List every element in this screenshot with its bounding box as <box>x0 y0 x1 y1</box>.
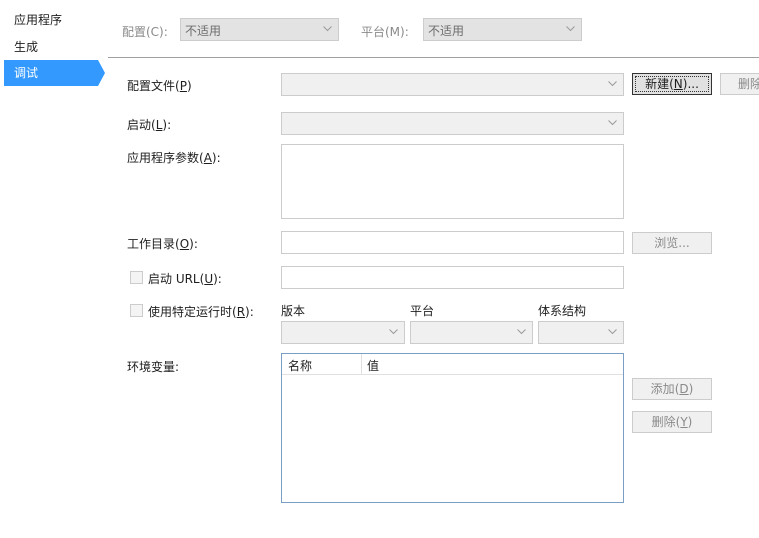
platform-value: 不适用 <box>428 24 465 38</box>
launch-label: 启动(L): <box>127 118 172 132</box>
runtime-arch-label: 体系结构 <box>538 304 587 318</box>
chevron-down-icon <box>608 81 617 87</box>
runtime-version-dropdown[interactable] <box>281 321 405 344</box>
sidebar-item-debug[interactable]: 调试 <box>4 60 98 86</box>
specific-runtime-label: 使用特定运行时(R): <box>148 305 254 319</box>
configuration-dropdown[interactable]: 不适用 <box>180 18 339 41</box>
new-profile-button[interactable]: 新建(N)... <box>632 73 712 95</box>
runtime-arch-dropdown[interactable] <box>538 321 624 344</box>
launch-url-label: 启动 URL(U): <box>148 272 222 286</box>
launch-url-input[interactable] <box>281 266 624 289</box>
chevron-down-icon <box>517 329 526 335</box>
sidebar-nav: 应用程序 生成 调试 <box>0 0 108 538</box>
focus-rectangle <box>635 76 709 92</box>
profile-label: 配置文件(P) <box>127 79 192 93</box>
runtime-version-label: 版本 <box>281 304 306 318</box>
app-args-textarea[interactable] <box>281 144 624 219</box>
launch-url-checkbox[interactable] <box>130 271 143 284</box>
chevron-down-icon <box>608 329 617 335</box>
runtime-platform-dropdown[interactable] <box>410 321 533 344</box>
launch-dropdown[interactable] <box>281 112 624 135</box>
chevron-down-icon <box>566 26 575 32</box>
workdir-input[interactable] <box>281 231 624 254</box>
add-env-var-button[interactable]: 添加(D) <box>632 378 712 400</box>
active-pointer-arrow <box>98 60 105 86</box>
profile-dropdown[interactable] <box>281 73 624 96</box>
workdir-label: 工作目录(O): <box>127 237 198 251</box>
app-args-label: 应用程序参数(A): <box>127 151 221 165</box>
sidebar-item-build[interactable]: 生成 <box>4 34 98 60</box>
platform-dropdown[interactable]: 不适用 <box>423 18 582 41</box>
header-divider <box>108 57 759 58</box>
configuration-value: 不适用 <box>185 24 222 38</box>
platform-label: 平台(M): <box>361 25 409 39</box>
delete-env-var-button[interactable]: 删除(Y) <box>632 411 712 433</box>
sidebar-item-application[interactable]: 应用程序 <box>4 7 98 33</box>
chevron-down-icon <box>323 26 332 32</box>
chevron-down-icon <box>389 329 398 335</box>
chevron-down-icon <box>608 120 617 126</box>
env-vars-label: 环境变量: <box>127 360 180 374</box>
column-header-name[interactable]: 名称 <box>288 357 312 374</box>
delete-profile-button[interactable]: 删除 <box>720 73 759 95</box>
column-header-value[interactable]: 值 <box>367 357 379 374</box>
env-vars-grid-header: 名称 值 <box>282 354 623 375</box>
specific-runtime-checkbox[interactable] <box>130 304 143 317</box>
browse-button[interactable]: 浏览... <box>632 232 712 254</box>
env-vars-grid[interactable]: 名称 值 <box>281 353 624 503</box>
configuration-label: 配置(C): <box>122 25 168 39</box>
column-divider[interactable] <box>361 354 362 374</box>
runtime-platform-label: 平台 <box>410 304 435 318</box>
